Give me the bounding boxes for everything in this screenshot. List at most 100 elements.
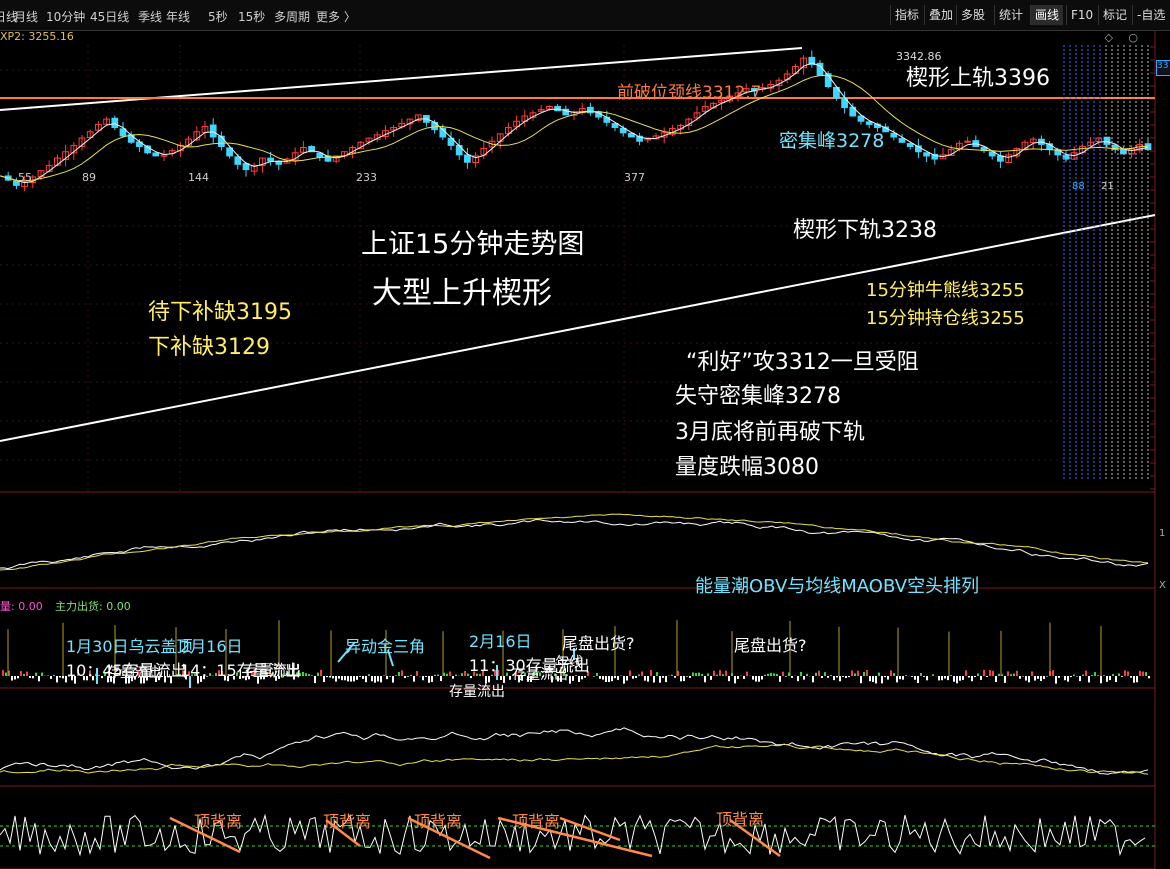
flow-bar (689, 676, 691, 678)
flow-bar (572, 676, 574, 681)
flow-bar (743, 676, 745, 679)
flow-bar (620, 675, 622, 676)
flow-bar (776, 674, 778, 676)
flow-bar (605, 676, 607, 682)
flow-bar (1130, 676, 1132, 678)
flow-bar (47, 675, 49, 676)
flow-bar (752, 676, 754, 680)
flow-bar (311, 675, 313, 676)
flow-bar (923, 676, 925, 677)
flow-bar (770, 672, 772, 676)
flow-bar (812, 676, 814, 683)
flow-bar (728, 676, 730, 682)
flow-overlap-text: 年线 (555, 655, 583, 671)
flow-bar (719, 670, 721, 676)
flow-bar (782, 671, 784, 676)
neckline-label: 前破位颈线3312.7 (617, 83, 762, 103)
flow-bar (1118, 673, 1120, 676)
flow-bar (725, 670, 727, 676)
flow-bar (965, 670, 967, 676)
down-candle (111, 117, 119, 129)
flow-bar (1055, 676, 1057, 684)
flow-bar (329, 676, 331, 678)
flow-bar (680, 676, 682, 682)
flow-bar (1031, 671, 1033, 676)
flow-overlap-text: 存量流出 (245, 663, 301, 679)
flow-bar (860, 676, 862, 684)
flow-bar (509, 676, 511, 680)
flow-bar (629, 670, 631, 676)
flow-bar (1091, 674, 1093, 676)
down-candle (906, 143, 914, 147)
down-candle (898, 138, 906, 143)
flow-bar (464, 671, 466, 676)
flow-bar (617, 676, 619, 680)
osc-line-c (0, 813, 1146, 857)
flow-bar (851, 670, 853, 676)
flow-bar (1100, 676, 1102, 684)
flow-bar (869, 676, 871, 682)
obv-label: 能量潮OBV与均线MAOBV空头排列 (695, 576, 980, 597)
flow-bar (824, 672, 826, 676)
divergence-label: 顶背离 (194, 812, 243, 831)
down-candle (464, 154, 471, 163)
flow-bar (599, 676, 601, 679)
lower-rail-label: 楔形下轨3238 (793, 218, 937, 243)
bar-number: 55 (18, 171, 32, 184)
flow-bar (926, 676, 928, 681)
flow-legend-a: 量: 0.00 (0, 600, 43, 613)
flow-bar (53, 674, 55, 676)
flow-bar (1007, 671, 1009, 676)
flow-bar (992, 670, 994, 676)
flow-bar (446, 673, 448, 676)
flow-annotation: 异动金三角 (345, 637, 426, 656)
flow-bar (692, 672, 694, 676)
right-mark: 21 (1101, 181, 1114, 192)
flow-annotation: 2月16日 (469, 632, 532, 651)
chart-canvas (0, 30, 1156, 869)
flow-bar (707, 673, 709, 676)
flow-bar (350, 676, 352, 682)
right-axis-mark: X (1159, 580, 1166, 591)
flow-bar (389, 676, 391, 677)
flow-bar (500, 676, 502, 680)
flow-bar (1079, 676, 1081, 682)
flow-bar (362, 676, 364, 679)
flow-bar (800, 671, 802, 676)
flow-bar (305, 673, 307, 676)
flow-bar (980, 676, 982, 680)
flow-bar (1112, 674, 1114, 676)
flow-bar (974, 676, 976, 678)
flow-bar (1082, 674, 1084, 676)
flow-bar (440, 676, 442, 681)
flow-bar (437, 674, 439, 676)
flow-bar (2, 670, 4, 676)
flow-bar (1145, 672, 1147, 676)
flow-annotation: 尾盘出货? (562, 634, 635, 653)
right-mark: 88 (1072, 181, 1085, 192)
flow-bar (1136, 676, 1138, 683)
flow-bar (1133, 676, 1135, 683)
up-candle (964, 140, 971, 143)
divergence-label: 顶背离 (512, 812, 561, 831)
flow-bar (578, 676, 580, 683)
flow-bar (791, 676, 793, 678)
flow-overlap-text: 存量流出 (449, 684, 505, 700)
flow-bar (368, 674, 370, 676)
flow-bar (839, 676, 841, 682)
flow-bar (1037, 676, 1039, 679)
flow-bar (428, 676, 430, 683)
flow-bar (371, 676, 373, 682)
flow-bar (905, 675, 907, 676)
flow-bar (863, 672, 865, 676)
gap-1-label: 待下补缺3195 (148, 300, 292, 325)
flow-bar (803, 676, 805, 680)
down-candle (209, 124, 217, 138)
flow-bar (956, 676, 958, 684)
flow-bar (947, 676, 949, 681)
flow-bar (890, 670, 892, 676)
flow-bar (584, 676, 586, 678)
flow-bar (323, 676, 325, 683)
flow-bar (410, 674, 412, 676)
commentary-4: 量度跌幅3080 (675, 455, 819, 480)
